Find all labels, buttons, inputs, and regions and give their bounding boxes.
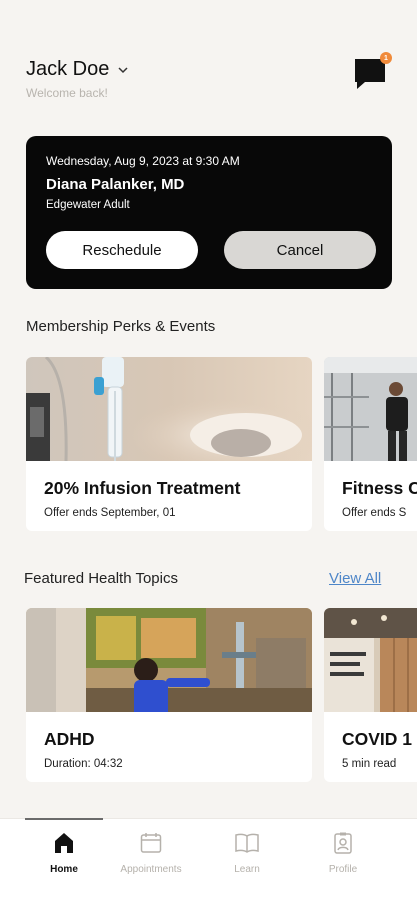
perk-subtitle: Offer ends S: [342, 507, 407, 519]
bottom-navigation: Home Appointments Learn Profile: [0, 818, 417, 900]
topic-image-adhd: [26, 608, 312, 712]
appointment-doctor: Diana Palanker, MD: [46, 176, 185, 193]
perks-section-title: Membership Perks & Events: [26, 318, 216, 335]
user-name: Jack Doe: [26, 58, 110, 80]
home-icon: [55, 833, 73, 853]
perk-title: Fitness C: [342, 478, 417, 498]
nav-profile[interactable]: Profile: [295, 819, 391, 900]
reschedule-button[interactable]: Reschedule: [46, 231, 198, 269]
perk-title: 20% Infusion Treatment: [44, 478, 241, 498]
perk-image-infusion: [26, 357, 312, 461]
user-header: Jack Doe Welcome back!: [26, 58, 128, 100]
nav-label: Appointments: [120, 864, 182, 875]
messages-button[interactable]: 1: [353, 52, 393, 90]
profile-badge-icon: [334, 832, 352, 854]
topic-card[interactable]: ADHD Duration: 04:32: [26, 608, 312, 782]
perk-subtitle: Offer ends September, 01: [44, 507, 176, 519]
nav-learn[interactable]: Learn: [199, 819, 295, 900]
perk-image-fitness: [324, 357, 417, 461]
book-icon: [235, 833, 259, 853]
appointment-datetime: Wednesday, Aug 9, 2023 at 9:30 AM: [46, 154, 240, 168]
cancel-button[interactable]: Cancel: [224, 231, 376, 269]
upcoming-appointment-card: Wednesday, Aug 9, 2023 at 9:30 AM Diana …: [26, 136, 392, 289]
welcome-text: Welcome back!: [26, 86, 108, 100]
nav-appointments[interactable]: Appointments: [103, 819, 199, 900]
view-all-link[interactable]: View All: [329, 570, 381, 587]
notification-badge: 1: [380, 52, 392, 64]
nav-label: Learn: [234, 864, 260, 875]
chevron-down-icon: [118, 67, 128, 74]
topic-image-covid: [324, 608, 417, 712]
user-switcher[interactable]: Jack Doe: [26, 58, 128, 81]
nav-label: Home: [50, 864, 78, 875]
topics-section-title: Featured Health Topics: [24, 570, 178, 587]
topic-subtitle: Duration: 04:32: [44, 758, 123, 770]
topic-subtitle: 5 min read: [342, 758, 397, 770]
calendar-icon: [140, 833, 162, 853]
nav-label: Profile: [328, 864, 358, 875]
perk-card[interactable]: 20% Infusion Treatment Offer ends Septem…: [26, 357, 312, 531]
topic-title: ADHD: [44, 729, 95, 749]
topic-card[interactable]: COVID 1 5 min read: [324, 608, 417, 782]
perk-card[interactable]: Fitness C Offer ends S: [324, 357, 417, 531]
topic-title: COVID 1: [342, 729, 413, 749]
appointment-location: Edgewater Adult: [46, 199, 130, 211]
nav-home[interactable]: Home: [25, 818, 103, 900]
